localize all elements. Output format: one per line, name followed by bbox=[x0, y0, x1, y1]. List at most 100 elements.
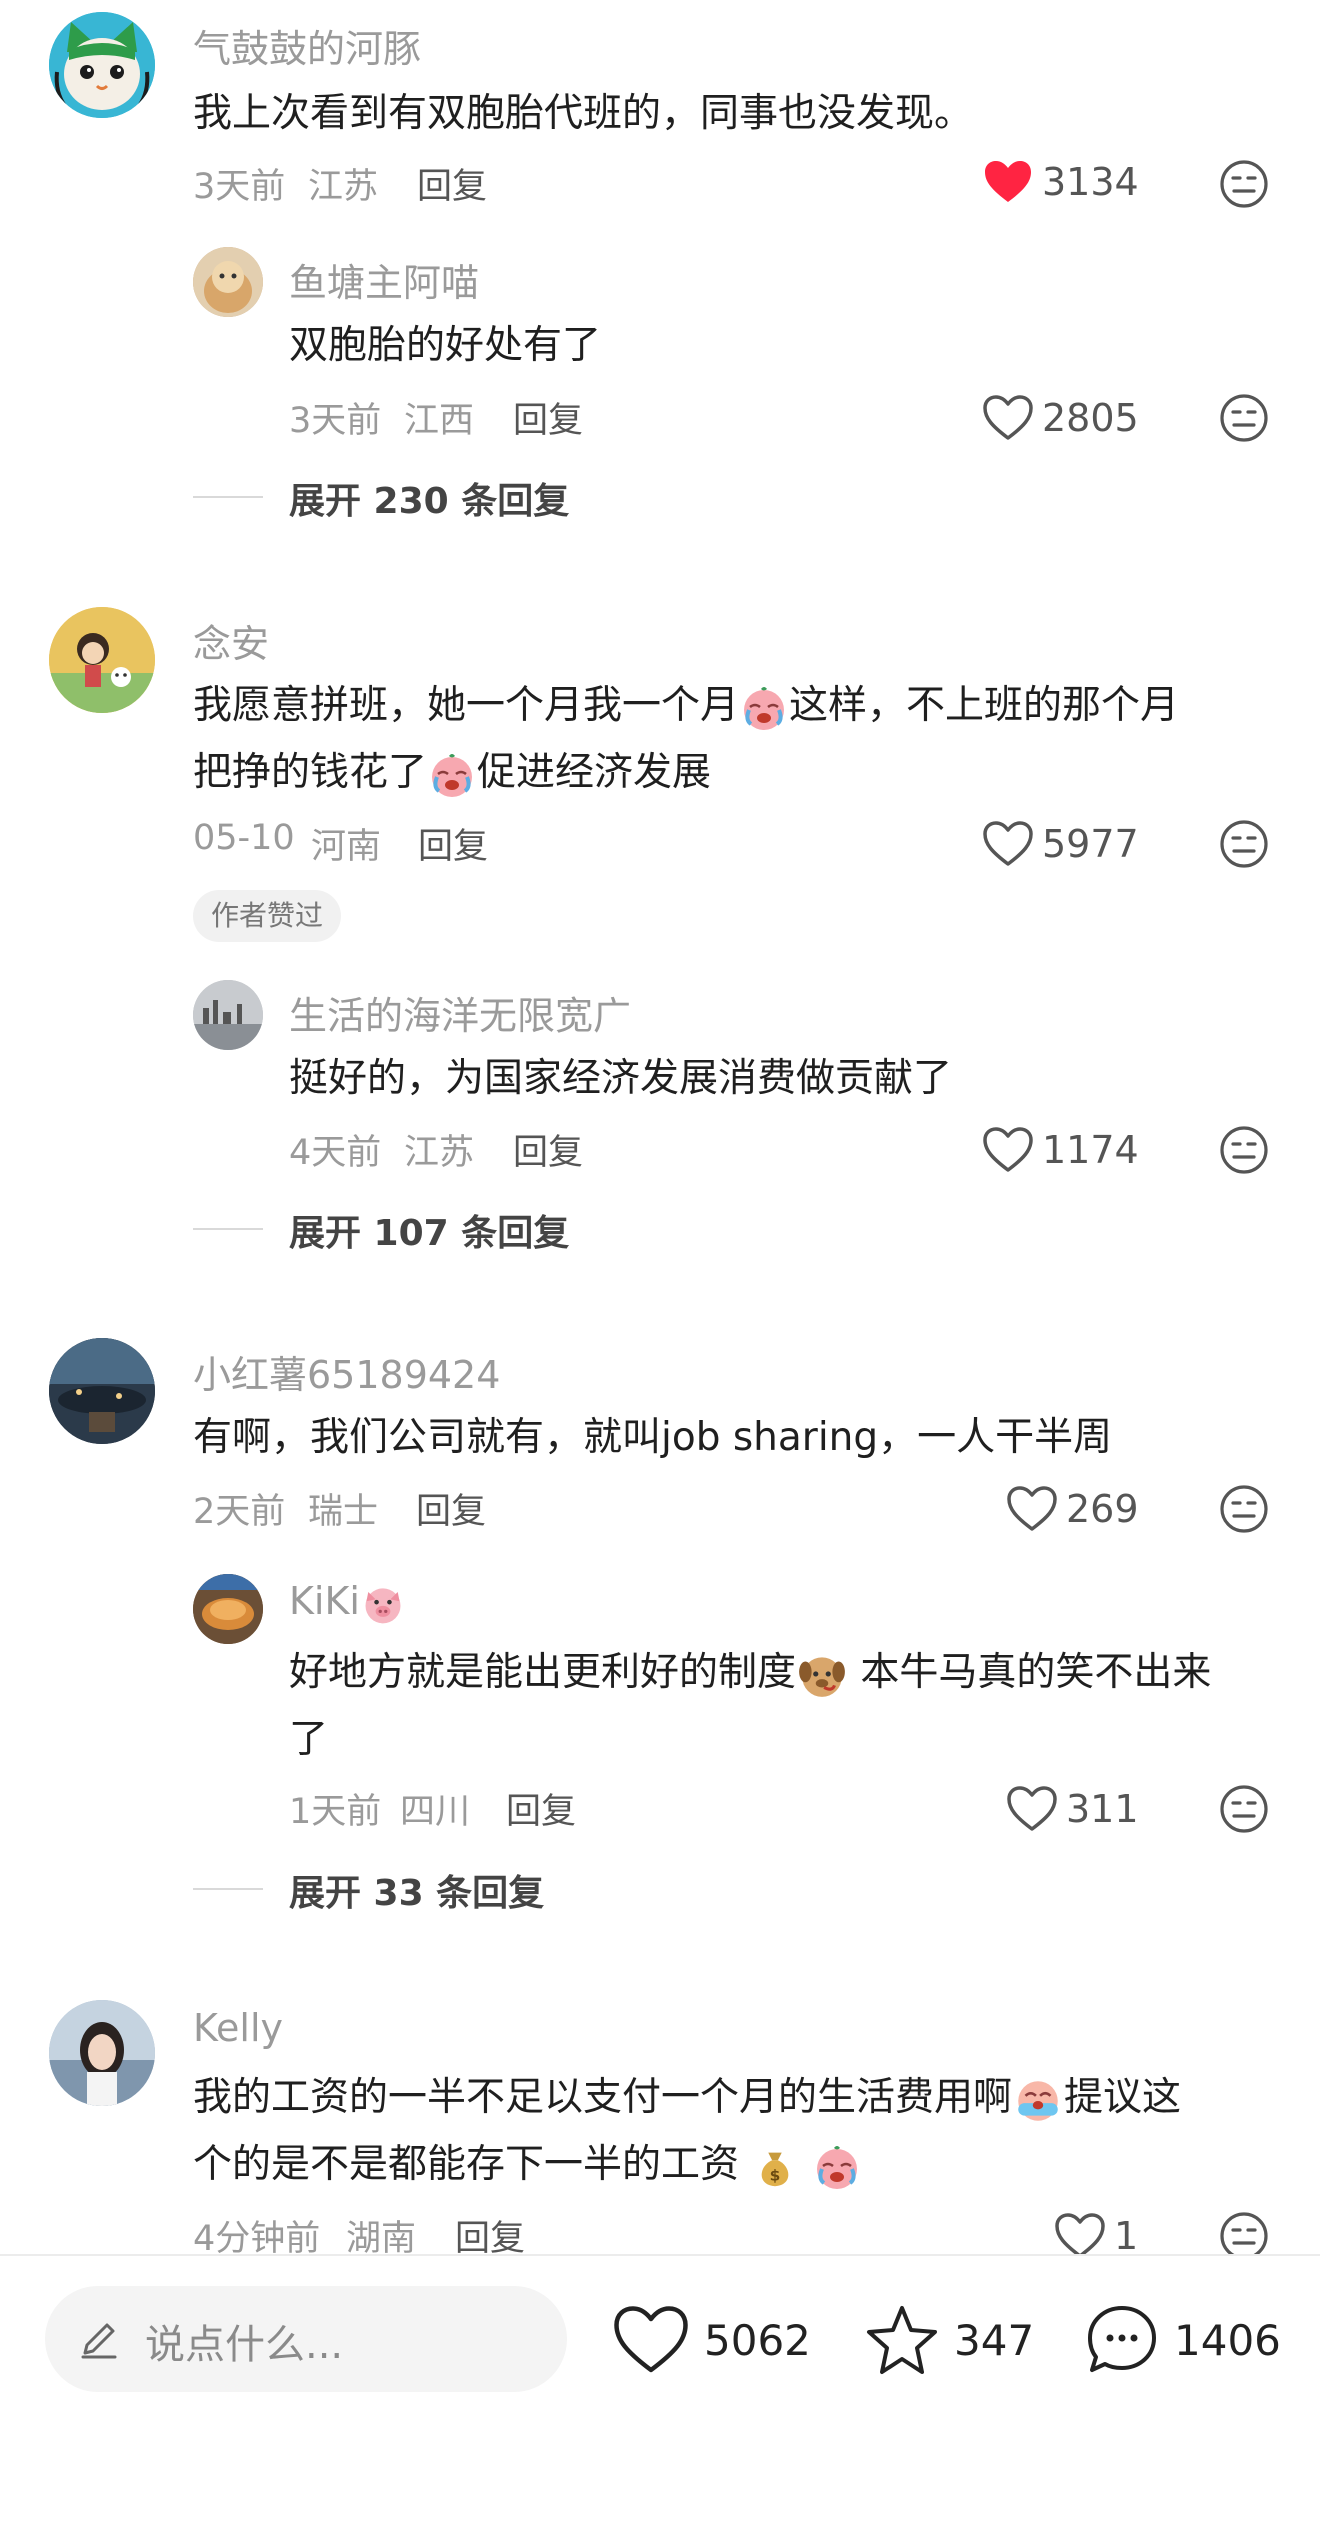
reply-text-part: 本牛马真的笑不出来 bbox=[848, 1650, 1212, 1695]
like-button[interactable]: 269 bbox=[1006, 1479, 1139, 1539]
pencil-icon bbox=[81, 2323, 117, 2359]
favorite-post-button[interactable]: 347 bbox=[864, 2302, 1034, 2378]
like-count: 5977 bbox=[1042, 822, 1139, 866]
comment-text-part: 个的是不是都能存下一半的工资 bbox=[193, 2142, 740, 2187]
like-count: 311 bbox=[1066, 1787, 1139, 1831]
comment-author[interactable]: 气鼓鼓的河豚 bbox=[193, 18, 421, 73]
divider bbox=[193, 1888, 263, 1890]
crying-face-emoji-icon bbox=[739, 683, 789, 733]
comment-location: 湖南 bbox=[346, 2219, 417, 2254]
comment-text: 我的工资的一半不足以支付一个月的生活费用啊 提议这 个的是不是都能存下一半的工资 bbox=[193, 2064, 1293, 2198]
avatar[interactable] bbox=[193, 980, 263, 1050]
like-button[interactable]: 2805 bbox=[982, 388, 1139, 448]
dog-face-emoji-icon bbox=[796, 1649, 848, 1701]
reply-author[interactable]: 鱼塘主阿喵 bbox=[289, 252, 479, 307]
reply-text: 好地方就是能出更利好的制度 本牛马真的笑不出来 了 bbox=[289, 1639, 1299, 1773]
comment-text-part: 促进经济发展 bbox=[477, 750, 712, 795]
reply-button[interactable]: 回复 bbox=[416, 1483, 486, 1534]
avatar[interactable] bbox=[49, 607, 155, 713]
reply-time: 4天前 bbox=[289, 1133, 382, 1173]
dislike-face-icon[interactable] bbox=[1218, 2210, 1270, 2254]
food-photo-avatar-icon bbox=[193, 1574, 263, 1644]
heart-outline-icon bbox=[1054, 2212, 1106, 2254]
heart-filled-icon bbox=[982, 158, 1034, 206]
city-photo-avatar-icon bbox=[193, 980, 263, 1050]
comment-text-part: 我的工资的一半不足以支付一个月的生活费用啊 bbox=[193, 2075, 1013, 2120]
like-count: 3134 bbox=[1042, 160, 1139, 204]
dislike-face-icon[interactable] bbox=[1218, 1483, 1270, 1535]
like-button[interactable]: 3134 bbox=[982, 152, 1139, 212]
comment-text: 我愿意拼班，她一个月我一个月 这样，不上班的那个月 把挣的钱花了 促进经济发展 bbox=[193, 672, 1293, 806]
reply-location: 江西 bbox=[404, 401, 475, 441]
divider bbox=[193, 1228, 263, 1230]
like-post-button[interactable]: 5062 bbox=[612, 2302, 811, 2378]
expand-replies-button[interactable]: 展开 230 条回复 bbox=[289, 472, 569, 524]
dislike-face-icon[interactable] bbox=[1218, 1124, 1270, 1176]
reply-button[interactable]: 回复 bbox=[418, 818, 488, 869]
avatar[interactable] bbox=[49, 2000, 155, 2106]
comment-list[interactable]: 气鼓鼓的河豚 我上次看到有双胞胎代班的，同事也没发现。 3天前 江苏 回复 31… bbox=[0, 0, 1320, 2254]
reply-location: 江苏 bbox=[404, 1133, 475, 1173]
comment-author[interactable]: 小红薯65189424 bbox=[193, 1344, 500, 1399]
reply-author[interactable]: KiKi bbox=[289, 1579, 406, 1627]
avatar[interactable] bbox=[49, 1338, 155, 1444]
comment-time: 4分钟前 bbox=[193, 2219, 321, 2254]
comment-text-part: 这样，不上班的那个月 bbox=[789, 683, 1180, 728]
reply-time: 1天前 bbox=[289, 1792, 382, 1832]
bottom-action-bar: 说点什么... 5062 347 1406 bbox=[0, 2254, 1320, 2525]
reply-button[interactable]: 回复 bbox=[455, 2210, 525, 2254]
heart-outline-icon bbox=[982, 820, 1034, 868]
reply-text-part: 好地方就是能出更利好的制度 bbox=[289, 1650, 797, 1695]
expand-replies-button[interactable]: 展开 107 条回复 bbox=[289, 1204, 569, 1256]
like-button[interactable]: 1 bbox=[1054, 2206, 1138, 2254]
comment-author[interactable]: Kelly bbox=[193, 2006, 283, 2050]
reply-text-part: 了 bbox=[289, 1717, 329, 1762]
avatar[interactable] bbox=[193, 247, 263, 317]
like-button[interactable]: 5977 bbox=[982, 814, 1139, 874]
avatar[interactable] bbox=[193, 1574, 263, 1644]
reply-button[interactable]: 回复 bbox=[417, 158, 487, 209]
dislike-face-icon[interactable] bbox=[1218, 1783, 1270, 1835]
post-comment-count: 1406 bbox=[1174, 2315, 1281, 2365]
dislike-face-icon[interactable] bbox=[1218, 392, 1270, 444]
comment-post-button[interactable]: 1406 bbox=[1084, 2302, 1281, 2378]
reply-button[interactable]: 回复 bbox=[506, 1783, 576, 1834]
expand-replies-button[interactable]: 展开 33 条回复 bbox=[289, 1864, 544, 1916]
author-liked-badge: 作者赞过 bbox=[193, 890, 342, 942]
dislike-face-icon[interactable] bbox=[1218, 818, 1270, 870]
avatar[interactable] bbox=[49, 12, 155, 118]
reply-button[interactable]: 回复 bbox=[513, 392, 583, 443]
comment-author[interactable]: 念安 bbox=[193, 613, 269, 668]
like-count: 2805 bbox=[1042, 396, 1139, 440]
like-button[interactable]: 311 bbox=[1006, 1779, 1139, 1839]
pig-face-emoji-icon bbox=[360, 1581, 406, 1627]
comment-location: 江苏 bbox=[308, 167, 379, 207]
like-button[interactable]: 1174 bbox=[982, 1120, 1139, 1180]
heart-outline-icon bbox=[982, 1126, 1034, 1174]
comment-text: 我上次看到有双胞胎代班的，同事也没发现。 bbox=[193, 91, 974, 136]
reply-text: 挺好的，为国家经济发展消费做贡献了 bbox=[289, 1056, 953, 1101]
crying-face-emoji-icon bbox=[427, 750, 477, 800]
like-count: 1 bbox=[1114, 2214, 1139, 2254]
crying-face-emoji-icon bbox=[812, 2142, 862, 2192]
comment-input[interactable]: 说点什么... bbox=[45, 2286, 567, 2392]
cat-photo-avatar-icon bbox=[193, 247, 263, 317]
dislike-face-icon[interactable] bbox=[1218, 158, 1270, 210]
heart-outline-icon bbox=[982, 394, 1034, 442]
comment-text-part: 提议这 bbox=[1064, 2075, 1182, 2120]
reply-text: 双胞胎的好处有了 bbox=[289, 323, 602, 368]
money-bag-emoji-icon bbox=[751, 2143, 799, 2191]
comment-location: 瑞士 bbox=[308, 1492, 379, 1532]
post-favorite-count: 347 bbox=[954, 2315, 1035, 2365]
like-count: 269 bbox=[1066, 1487, 1139, 1531]
night-scene-avatar-icon bbox=[49, 1338, 155, 1444]
comment-time: 05-10 bbox=[193, 818, 295, 858]
reply-author[interactable]: 生活的海洋无限宽广 bbox=[289, 985, 631, 1040]
heart-outline-icon bbox=[1006, 1785, 1058, 1833]
reply-button[interactable]: 回复 bbox=[513, 1124, 583, 1175]
comment-text-part: 我愿意拼班，她一个月我一个月 bbox=[193, 683, 740, 728]
heart-outline-icon bbox=[614, 2306, 688, 2373]
post-like-count: 5062 bbox=[704, 2315, 811, 2365]
comment-location: 河南 bbox=[311, 827, 382, 867]
comment-time: 2天前 bbox=[193, 1492, 286, 1532]
